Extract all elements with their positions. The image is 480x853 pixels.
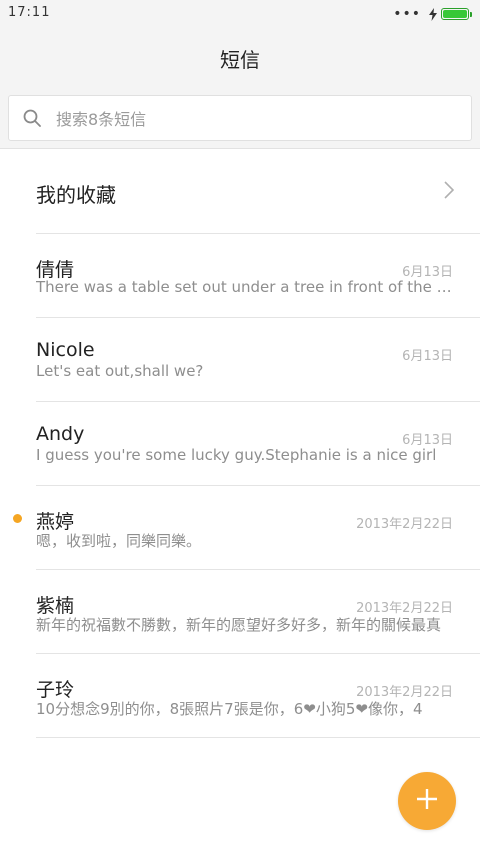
conversation-item[interactable]: Andy 6月13日 I guess you're some lucky guy… xyxy=(36,402,480,486)
status-bar: 17:11 ••• xyxy=(0,0,480,28)
chevron-right-icon xyxy=(444,181,455,203)
contact-name: Andy xyxy=(36,423,85,445)
message-preview: There was a table set out under a tree i… xyxy=(36,278,456,296)
page-title: 短信 xyxy=(220,48,260,72)
plus-icon xyxy=(415,787,439,815)
conversation-item[interactable]: 燕婷 2013年2月22日 嗯，收到啦，同樂同樂。 xyxy=(13,486,480,570)
status-time: 17:11 xyxy=(8,5,51,20)
message-preview: 新年的祝福數不勝數，新年的愿望好多好多，新年的關候最真 xyxy=(36,616,442,634)
contact-name: Nicole xyxy=(36,339,95,361)
charging-bolt-icon xyxy=(429,7,437,21)
conversation-item[interactable]: 子玲 2013年2月22日 10分想念9別的你，8張照片7張是你，6❤小狗5❤像… xyxy=(36,654,480,738)
search-area xyxy=(0,88,480,149)
message-preview: 嗯，收到啦，同樂同樂。 xyxy=(36,532,202,550)
message-preview: 10分想念9別的你，8張照片7張是你，6❤小狗5❤像你，4 xyxy=(36,700,423,718)
search-input[interactable] xyxy=(54,104,458,134)
title-bar: 短信 xyxy=(0,28,480,88)
conversation-item[interactable]: 倩倩 6月13日 There was a table set out under… xyxy=(36,234,480,318)
conversation-item[interactable]: 紫楠 2013年2月22日 新年的祝福數不勝數，新年的愿望好多好多，新年的關候最… xyxy=(36,570,480,654)
battery-fill xyxy=(443,10,467,18)
signal-dots-icon: ••• xyxy=(393,6,421,22)
message-preview: I guess you're some lucky guy.Stephanie … xyxy=(36,446,437,464)
status-indicators: ••• xyxy=(393,6,472,22)
search-icon xyxy=(23,109,41,131)
favorites-label: 我的收藏 xyxy=(36,183,116,207)
conversation-list: 我的收藏 倩倩 6月13日 There was a table set out … xyxy=(0,149,480,738)
battery-icon xyxy=(441,8,469,20)
message-preview: Let's eat out,shall we? xyxy=(36,362,204,380)
unread-dot-icon xyxy=(13,514,22,523)
conversation-item[interactable]: Nicole 6月13日 Let's eat out,shall we? xyxy=(36,318,480,402)
search-box[interactable] xyxy=(8,95,472,141)
favorites-row[interactable]: 我的收藏 xyxy=(36,149,480,234)
new-message-button[interactable] xyxy=(398,772,456,830)
battery-tip xyxy=(470,11,472,17)
